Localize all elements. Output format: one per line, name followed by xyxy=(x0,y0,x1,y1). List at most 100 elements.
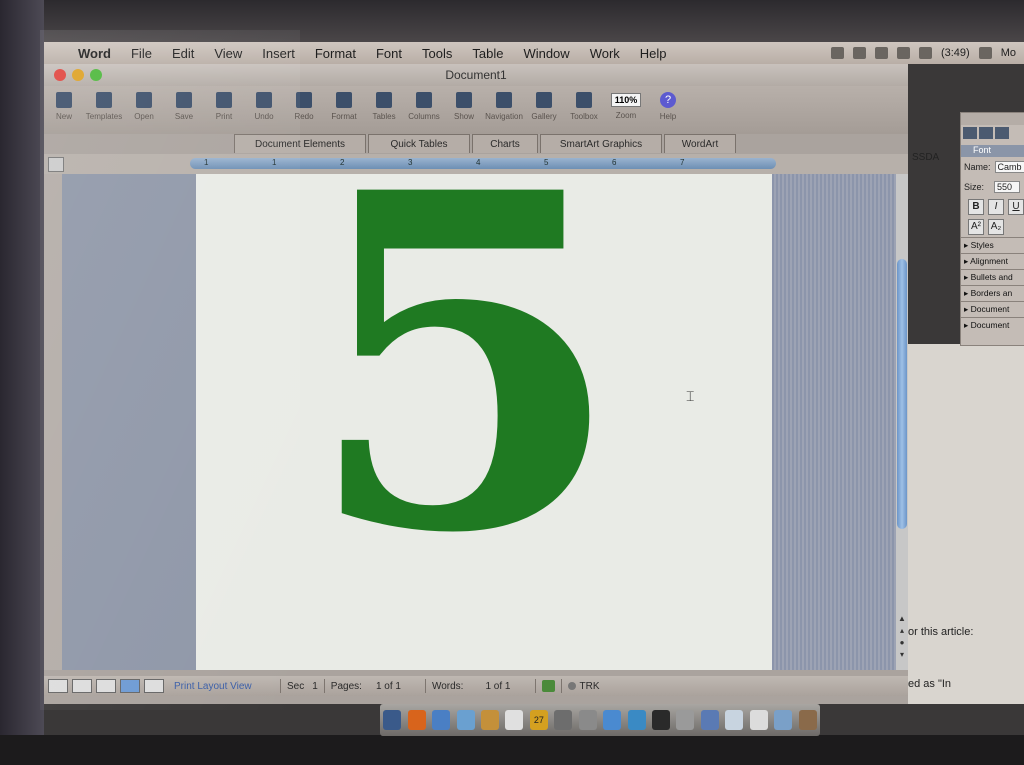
italic-button[interactable]: I xyxy=(988,199,1004,215)
tab-wordart[interactable]: WordArt xyxy=(664,134,736,153)
dock-app-icon[interactable] xyxy=(749,710,768,730)
scroll-thumb[interactable] xyxy=(897,259,907,529)
templates-toolbar-button[interactable]: Templates xyxy=(84,90,124,121)
outline-view-button[interactable] xyxy=(72,679,92,693)
font-section-header[interactable]: Font xyxy=(961,145,1024,157)
palette-section-item[interactable]: ▸ Bullets and xyxy=(961,269,1024,285)
redo-toolbar-button[interactable]: Redo xyxy=(284,90,324,121)
undo-icon xyxy=(256,92,272,108)
tables-toolbar-button[interactable]: Tables xyxy=(364,90,404,121)
palette-section-item[interactable]: ▸ Alignment xyxy=(961,253,1024,269)
reference-tools-icon[interactable] xyxy=(995,127,1009,139)
palette-section-item[interactable]: ▸ Document xyxy=(961,301,1024,317)
help-toolbar-button[interactable]: ? Help xyxy=(648,90,688,121)
dock-app-icon[interactable] xyxy=(725,710,744,730)
gallery-toolbar-button[interactable]: Gallery xyxy=(524,90,564,121)
print-layout-view-button[interactable] xyxy=(120,679,140,693)
dock-app-icon[interactable] xyxy=(505,710,524,730)
dock-app-icon[interactable] xyxy=(603,710,622,730)
calendar-icon[interactable]: 27 xyxy=(529,710,548,730)
menu-edit[interactable]: Edit xyxy=(162,46,204,61)
open-toolbar-button[interactable]: Open xyxy=(124,90,164,121)
script-menu-icon[interactable] xyxy=(830,47,844,59)
horizontal-ruler[interactable]: 1 1 2 3 4 5 6 7 xyxy=(190,158,776,169)
previous-page-icon[interactable]: ▴ xyxy=(897,626,907,636)
dock-app-icon[interactable] xyxy=(700,710,719,730)
bold-button[interactable]: B xyxy=(968,199,984,215)
palette-section-label: Alignment xyxy=(970,256,1008,266)
menu-help[interactable]: Help xyxy=(630,46,677,61)
tab-quick-tables[interactable]: Quick Tables xyxy=(368,134,470,153)
dock-app-icon[interactable] xyxy=(676,710,695,730)
menu-tools[interactable]: Tools xyxy=(412,46,462,61)
zoom-control[interactable]: 110% Zoom xyxy=(604,90,648,120)
menu-insert[interactable]: Insert xyxy=(252,46,305,61)
underline-button[interactable]: U xyxy=(1008,199,1024,215)
flag-icon[interactable] xyxy=(978,47,992,59)
document-page[interactable]: 5 ⌶ xyxy=(196,174,772,670)
navigation-toolbar-button[interactable]: Navigation xyxy=(484,90,524,121)
ruler-toggle-button[interactable] xyxy=(48,157,64,172)
print-toolbar-button[interactable]: Print xyxy=(204,90,244,121)
menu-font[interactable]: Font xyxy=(366,46,412,61)
palette-title-bar[interactable] xyxy=(961,113,1024,125)
font-size-field[interactable]: 550 xyxy=(994,181,1021,193)
volume-icon[interactable] xyxy=(896,47,910,59)
menu-work[interactable]: Work xyxy=(580,46,630,61)
menu-table[interactable]: Table xyxy=(462,46,513,61)
object-palette-icon[interactable] xyxy=(979,127,993,139)
menu-file[interactable]: File xyxy=(121,46,162,61)
dock-app-icon[interactable] xyxy=(456,710,475,730)
browse-object-icon[interactable]: ● xyxy=(897,638,907,648)
palette-section-item[interactable]: ▸ Document xyxy=(961,317,1024,333)
dock-app-icon[interactable] xyxy=(774,710,793,730)
vertical-scrollbar[interactable]: ▲ ▴ ● ▾ xyxy=(896,174,908,670)
tab-document-elements[interactable]: Document Elements xyxy=(234,134,366,153)
superscript-button[interactable]: A² xyxy=(968,219,984,235)
format-toolbar-button[interactable]: Format xyxy=(324,90,364,121)
formatting-icon[interactable] xyxy=(963,127,977,139)
spelling-check-icon[interactable] xyxy=(541,680,555,692)
notebook-view-button[interactable] xyxy=(144,679,164,693)
dock-app-icon[interactable] xyxy=(432,710,451,730)
wifi-icon[interactable] xyxy=(874,47,888,59)
toolbox-toolbar-button[interactable]: Toolbox xyxy=(564,90,604,121)
dock-app-icon[interactable] xyxy=(627,710,646,730)
save-icon xyxy=(176,92,192,108)
scroll-up-icon[interactable]: ▲ xyxy=(897,614,907,624)
columns-toolbar-button[interactable]: Columns xyxy=(404,90,444,121)
dock-app-icon[interactable] xyxy=(798,710,817,730)
dock-app-icon[interactable] xyxy=(578,710,597,730)
battery-icon[interactable] xyxy=(918,47,932,59)
toolbar-button-label: Toolbox xyxy=(570,112,598,121)
dock-app-icon[interactable] xyxy=(554,710,573,730)
track-changes-label[interactable]: TRK xyxy=(580,681,600,692)
document-text[interactable]: 5 xyxy=(304,174,624,594)
publishing-view-button[interactable] xyxy=(96,679,116,693)
document-title: Document1 xyxy=(445,68,507,82)
dock-app-icon[interactable] xyxy=(407,710,426,730)
dock-app-icon[interactable] xyxy=(383,710,402,730)
tab-smartart-graphics[interactable]: SmartArt Graphics xyxy=(540,134,662,153)
menu-format[interactable]: Format xyxy=(305,46,366,61)
draft-view-button[interactable] xyxy=(48,679,68,693)
zoom-field[interactable]: 110% xyxy=(610,93,642,107)
menu-window[interactable]: Window xyxy=(513,46,579,61)
palette-section-item[interactable]: ▸ Borders an xyxy=(961,285,1024,301)
undo-toolbar-button[interactable]: Undo xyxy=(244,90,284,121)
dock-app-icon[interactable] xyxy=(652,710,671,730)
dock-app-icon[interactable] xyxy=(480,710,499,730)
font-name-field[interactable]: Camb xyxy=(994,161,1024,173)
save-toolbar-button[interactable]: Save xyxy=(164,90,204,121)
menu-word[interactable]: Word xyxy=(68,46,121,61)
new-toolbar-button[interactable]: New xyxy=(44,90,84,121)
next-page-icon[interactable]: ▾ xyxy=(897,650,907,660)
subscript-button[interactable]: A₂ xyxy=(988,219,1004,235)
menu-view[interactable]: View xyxy=(204,46,252,61)
track-changes-icon[interactable] xyxy=(567,682,576,690)
show-toolbar-button[interactable]: Show xyxy=(444,90,484,121)
user-name[interactable]: Mo xyxy=(1001,47,1016,59)
palette-section-item[interactable]: ▸ Styles xyxy=(961,237,1024,253)
tab-charts[interactable]: Charts xyxy=(472,134,538,153)
bluetooth-icon[interactable] xyxy=(852,47,866,59)
